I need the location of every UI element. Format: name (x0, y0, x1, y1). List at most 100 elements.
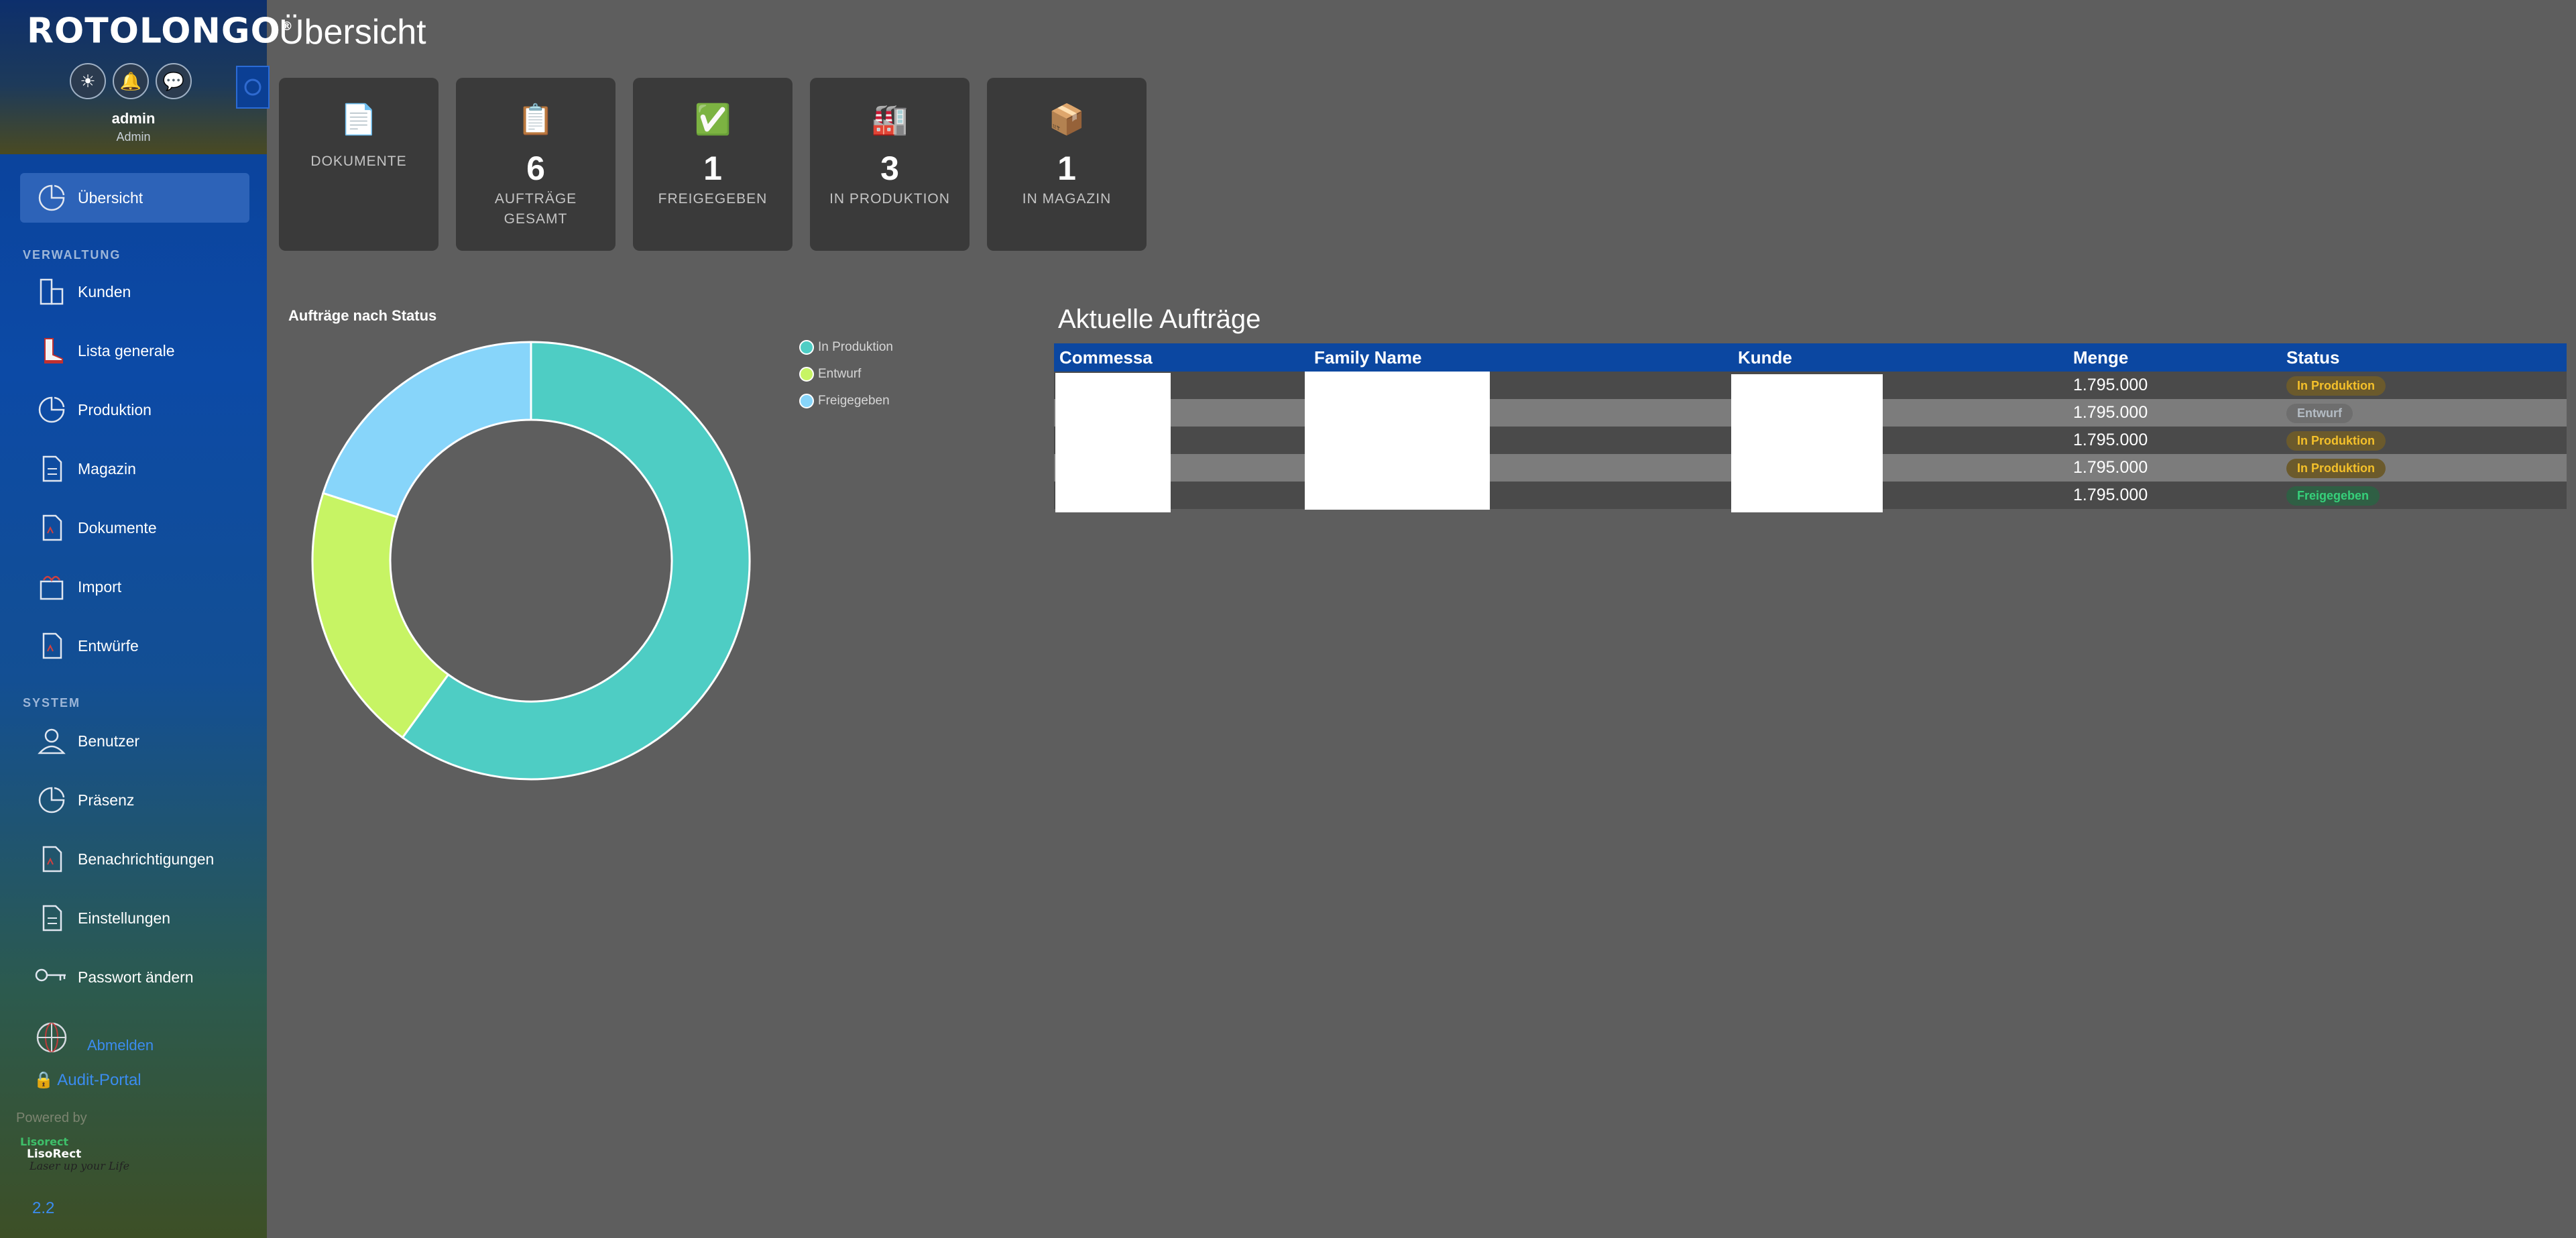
column-header-commessa[interactable]: Commessa (1054, 343, 1309, 372)
stat-card-label: IN PRODUKTION (829, 191, 950, 207)
boot-icon (35, 334, 68, 368)
stat-card-label: IN MAGAZIN (1022, 191, 1112, 207)
menge-cell: 1.795.000 (2068, 427, 2281, 454)
section-title-verwaltung: VERWALTUNG (23, 248, 121, 262)
user-role: Admin (116, 130, 151, 144)
clipboard-icon: 📋 (517, 103, 554, 136)
logout-button[interactable]: Abmelden (35, 1021, 154, 1054)
sidebar-item-label: Übersicht (78, 188, 143, 207)
user-name: admin (111, 110, 156, 127)
sidebar-item-uebersicht[interactable]: Übersicht (20, 173, 249, 223)
status-cell: Freigegeben (2281, 482, 2567, 509)
logout-label: Abmelden (87, 1037, 154, 1054)
legend-label: Entwurf (818, 367, 862, 381)
sidebar-item-magazin[interactable]: Magazin (20, 444, 249, 494)
column-header-kunde[interactable]: Kunde (1733, 343, 2068, 372)
legend-item[interactable]: Freigegeben (799, 388, 893, 414)
sun-icon[interactable]: ☀ (70, 63, 106, 99)
status-cell: In Produktion (2281, 427, 2567, 454)
document-icon (35, 629, 68, 663)
sidebar-item-label: Import (78, 577, 122, 596)
sidebar-toggle-button[interactable] (236, 66, 270, 109)
import-icon (35, 570, 68, 604)
legend-label: Freigegeben (818, 394, 890, 408)
svg-text:LisoRect: LisoRect (27, 1147, 81, 1161)
check-icon: ✅ (694, 103, 731, 136)
legend-swatch (799, 340, 814, 355)
legend-label: In Produktion (818, 340, 893, 354)
stat-card-auftraege[interactable]: 📋 6 AUFTRÄGE GESAMT (456, 78, 616, 251)
stat-card-dokumente[interactable]: 📄 DOKUMENTE (279, 78, 438, 251)
donut-slice-freigegeben[interactable] (322, 341, 532, 518)
package-icon: 📦 (1048, 103, 1086, 136)
document-icon (35, 511, 68, 545)
legend-swatch (799, 394, 814, 408)
menge-cell: 1.795.000 (2068, 454, 2281, 482)
status-badge: In Produktion (2286, 431, 2386, 451)
sidebar-item-passwort-aendern[interactable]: Passwort ändern (20, 952, 249, 1002)
column-header-status[interactable]: Status (2281, 343, 2567, 372)
sidebar-item-label: Kunden (78, 282, 131, 300)
legend-swatch (799, 367, 814, 382)
donut-slice-entwurf[interactable] (311, 492, 450, 739)
orders-title: Aktuelle Aufträge (1058, 304, 1261, 334)
legend-item[interactable]: In Produktion (799, 334, 893, 361)
sidebar-item-label: Magazin (78, 459, 136, 477)
app-version: 2.2 (32, 1199, 55, 1217)
redaction-mask (1055, 373, 1171, 512)
stat-card-label: DOKUMENTE (310, 154, 407, 169)
sidebar-item-label: Präsenz (78, 791, 135, 809)
table-header-row: Commessa Family Name Kunde Menge Status (1054, 343, 2567, 372)
sidebar-item-lista-generale[interactable]: Lista generale (20, 326, 249, 376)
stat-card-value: 1 (703, 150, 722, 187)
factory-icon: 🏭 (871, 103, 909, 136)
document-icon: 📄 (340, 103, 377, 136)
bell-icon[interactable]: 🔔 (113, 63, 149, 99)
document-icon (35, 901, 68, 935)
lock-icon: 🔒 (34, 1071, 54, 1089)
stat-card-in-magazin[interactable]: 📦 1 IN MAGAZIN (987, 78, 1147, 251)
audit-portal-link[interactable]: 🔒 Audit-Portal (34, 1070, 141, 1090)
menge-cell: 1.795.000 (2068, 482, 2281, 509)
document-icon (35, 452, 68, 486)
stat-card-freigegeben[interactable]: ✅ 1 FREIGEGEBEN (633, 78, 793, 251)
sidebar-item-import[interactable]: Import (20, 562, 249, 612)
sidebar-item-dokumente[interactable]: Dokumente (20, 503, 249, 553)
menge-cell: 1.795.000 (2068, 372, 2281, 399)
user-icon (35, 724, 68, 758)
sidebar-item-label: Lista generale (78, 341, 175, 359)
status-badge: In Produktion (2286, 376, 2386, 396)
sidebar-item-einstellungen[interactable]: Einstellungen (20, 893, 249, 943)
legend-item[interactable]: Entwurf (799, 361, 893, 388)
chart-legend: In Produktion Entwurf Freigegeben (799, 334, 893, 414)
key-icon (35, 960, 68, 994)
stat-card-value: 6 (526, 150, 545, 187)
brand-logo[interactable]: ROTOLONGO® (27, 7, 293, 51)
status-donut-chart (311, 341, 751, 781)
pie-icon (35, 783, 68, 817)
sidebar-item-benutzer[interactable]: Benutzer (20, 716, 249, 766)
sidebar-item-label: Passwort ändern (78, 968, 194, 986)
globe-icon (36, 1022, 67, 1053)
sidebar-item-praesenz[interactable]: Präsenz (20, 775, 249, 825)
powered-by-label: Powered by (16, 1111, 87, 1125)
stat-card-label: FREIGEGEBEN (658, 191, 768, 207)
svg-text:Lisorect: Lisorect (20, 1136, 68, 1148)
sidebar-item-label: Produktion (78, 400, 152, 418)
chart-title: Aufträge nach Status (288, 307, 437, 324)
sidebar-item-kunden[interactable]: Kunden (20, 267, 249, 317)
sidebar-item-entwuerfe[interactable]: Entwürfe (20, 621, 249, 671)
stat-card-in-produktion[interactable]: 🏭 3 IN PRODUKTION (810, 78, 970, 251)
sidebar-item-benachrichtigungen[interactable]: Benachrichtigungen (20, 834, 249, 884)
pie-icon (35, 393, 68, 427)
page-title: Übersicht (279, 13, 426, 52)
status-badge: In Produktion (2286, 459, 2386, 478)
header-icon-group: ☀ 🔔 💬 (70, 63, 192, 99)
column-header-menge[interactable]: Menge (2068, 343, 2281, 372)
chat-icon[interactable]: 💬 (156, 63, 192, 99)
stat-card-value: 1 (1057, 150, 1076, 187)
status-badge: Entwurf (2286, 404, 2353, 423)
sidebar-item-produktion[interactable]: Produktion (20, 385, 249, 435)
sidebar-item-label: Benutzer (78, 732, 140, 750)
column-header-family-name[interactable]: Family Name (1309, 343, 1733, 372)
